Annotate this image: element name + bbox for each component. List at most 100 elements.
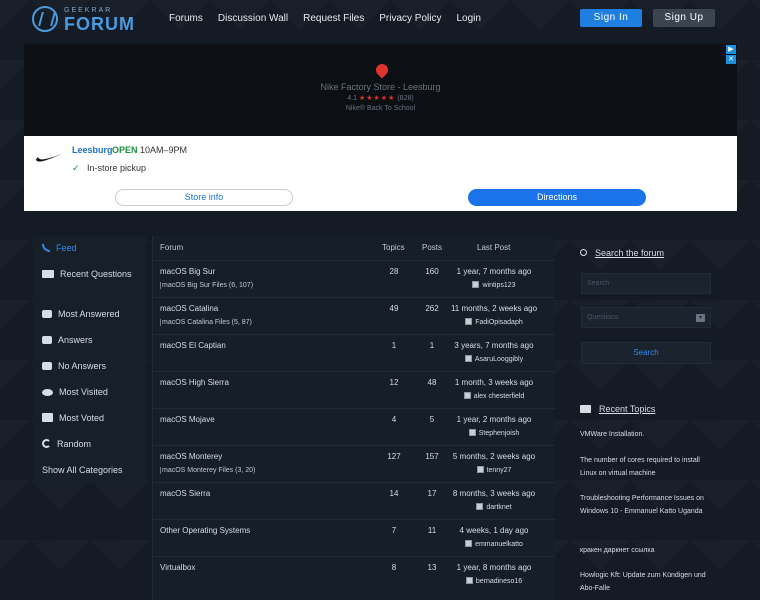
recent-topics-title[interactable]: Recent Topics: [599, 404, 655, 414]
subforum-link[interactable]: macOS Big Sur Files (6, 107): [160, 282, 253, 289]
search-type-select[interactable]: Questions ▾: [581, 307, 711, 328]
post-count: 17: [427, 489, 437, 498]
ad-map-area[interactable]: Nike Factory Store - Leesburg 4.1 ★★★★★ …: [24, 44, 737, 136]
sign-up-button[interactable]: Sign Up: [653, 9, 715, 27]
recent-topic-link[interactable]: The number of cores required to install …: [580, 454, 714, 480]
sidebar-item-most-answered[interactable]: Most Answered: [42, 307, 142, 321]
last-post-user[interactable]: dartknet: [443, 503, 545, 511]
last-post-username[interactable]: dartknet: [486, 504, 511, 511]
nav-discussion-wall[interactable]: Discussion Wall: [218, 13, 288, 24]
directions-button[interactable]: Directions: [468, 189, 646, 206]
recent-topic-link[interactable]: Howlogic Kft: Update zum Kündigen und Ab…: [580, 569, 714, 595]
topic-count: 127: [387, 452, 401, 461]
sidebar-item-show-all-categories[interactable]: Show All Categories: [42, 463, 152, 477]
last-post-time[interactable]: 4 weeks, 1 day ago: [443, 526, 545, 535]
sidebar-item-most-visited[interactable]: Most Visited: [42, 385, 142, 399]
sidebar-item-label: Most Visited: [59, 387, 108, 397]
last-post-time[interactable]: 1 year, 7 months ago: [443, 267, 545, 276]
search-forum-title[interactable]: Search the forum: [595, 248, 664, 258]
forum-link[interactable]: macOS Catalina: [160, 304, 218, 313]
topic-count: 14: [389, 489, 399, 498]
sidebar-item-feed[interactable]: Feed: [42, 241, 142, 255]
table-row: macOS Big Sur macOS Big Sur Files (6, 10…: [153, 260, 555, 297]
ad-close-icon[interactable]: ✕: [726, 55, 736, 64]
last-post-username[interactable]: tenny27: [487, 467, 512, 474]
last-post-username[interactable]: Stephenjoish: [479, 430, 519, 437]
right-sidebar: Search the forum Search Questions ▾ Sear…: [575, 236, 716, 600]
recent-topic-link[interactable]: кракен даркнет ссылка: [580, 544, 714, 557]
avatar: [468, 429, 476, 436]
site-logo[interactable]: GEEKRAR FORUM: [32, 6, 134, 34]
last-post-user[interactable]: Stephenjoish: [443, 429, 545, 437]
last-post-username[interactable]: alex chesterfield: [474, 393, 525, 400]
last-post-user[interactable]: FadiOpisadaph: [443, 318, 545, 326]
logo-emblem-icon: [32, 6, 58, 32]
last-post-user[interactable]: AsaruLooggibly: [443, 355, 545, 363]
ad-city[interactable]: Leesburg: [72, 145, 113, 155]
sign-in-button[interactable]: Sign In: [580, 9, 642, 27]
last-post-user[interactable]: wintips123: [443, 281, 545, 289]
last-post-user[interactable]: alex chesterfield: [443, 392, 545, 400]
last-post-username[interactable]: bernadineso16: [476, 578, 522, 585]
forum-link[interactable]: Virtualbox: [160, 563, 195, 572]
recent-topics-heading[interactable]: Recent Topics: [580, 404, 655, 414]
last-post-username[interactable]: FadiOpisadaph: [475, 319, 522, 326]
last-post-time[interactable]: 1 year, 8 months ago: [443, 563, 545, 572]
last-post-username[interactable]: wintips123: [482, 282, 515, 289]
last-post-time[interactable]: 1 year, 2 months ago: [443, 415, 545, 424]
forum-link[interactable]: macOS Monterey: [160, 452, 222, 461]
nav-forums[interactable]: Forums: [169, 13, 203, 24]
ad-choices[interactable]: ▶ ✕: [725, 44, 737, 64]
forum-link[interactable]: macOS Mojave: [160, 415, 215, 424]
recent-topic-link[interactable]: VMWare Installation.: [580, 428, 714, 441]
recent-topic-link[interactable]: Troubleshooting Performance Issues on Wi…: [580, 492, 714, 518]
search-forum-heading[interactable]: Search the forum: [580, 248, 664, 258]
last-post-time[interactable]: 11 months, 2 weeks ago: [443, 304, 545, 313]
table-row: macOS Catalina macOS Catalina Files (5, …: [153, 297, 555, 334]
topic-count: 1: [391, 341, 397, 350]
last-post-time[interactable]: 8 months, 3 weeks ago: [443, 489, 545, 498]
avatar: [476, 466, 484, 473]
last-post-username[interactable]: AsaruLooggibly: [475, 356, 523, 363]
search-input[interactable]: Search: [581, 273, 711, 294]
forum-link[interactable]: macOS El Captian: [160, 341, 226, 350]
forum-link[interactable]: macOS Sierra: [160, 489, 210, 498]
last-post-user[interactable]: tenny27: [443, 466, 545, 474]
sidebar-item-answers[interactable]: Answers: [42, 333, 142, 347]
avatar: [463, 392, 471, 399]
sidebar-item-no-answers[interactable]: No Answers: [42, 359, 142, 373]
comment-icon: [42, 336, 52, 344]
last-post-time[interactable]: 3 years, 7 months ago: [443, 341, 545, 350]
forum-table: Forum Topics Posts Last Post macOS Big S…: [152, 236, 555, 600]
last-post-user[interactable]: bernadineso16: [443, 577, 545, 585]
last-post-user[interactable]: emmanuelkatto: [443, 540, 545, 548]
forum-link[interactable]: macOS High Sierra: [160, 378, 229, 387]
post-count: 48: [427, 378, 437, 387]
vote-icon: [42, 413, 53, 422]
ad-info-icon[interactable]: ▶: [726, 45, 736, 54]
last-post-time[interactable]: 5 months, 2 weeks ago: [443, 452, 545, 461]
post-count: 5: [429, 415, 435, 424]
sidebar-item-most-voted[interactable]: Most Voted: [42, 411, 142, 425]
nav-login[interactable]: Login: [457, 13, 481, 24]
sidebar-item-label: Most Answered: [58, 309, 120, 319]
subforum-link[interactable]: macOS Catalina Files (5, 87): [160, 319, 252, 326]
search-type-value: Questions: [587, 314, 619, 321]
sidebar-item-label: Most Voted: [59, 413, 105, 423]
header-posts: Posts: [422, 243, 443, 252]
advertisement[interactable]: Nike Factory Store - Leesburg 4.1 ★★★★★ …: [24, 44, 737, 211]
last-post-time[interactable]: 1 month, 3 weeks ago: [443, 378, 545, 387]
last-post-username[interactable]: emmanuelkatto: [475, 541, 523, 548]
subforum-link[interactable]: macOS Monterey Files (3, 20): [160, 467, 255, 474]
sidebar-item-recent-questions[interactable]: Recent Questions: [42, 267, 142, 281]
ad-pickup: In-store pickup: [87, 163, 147, 173]
forum-link[interactable]: Other Operating Systems: [160, 526, 250, 535]
sidebar-item-random[interactable]: Random: [42, 437, 142, 451]
nav-privacy-policy[interactable]: Privacy Policy: [379, 13, 441, 24]
ad-tagline: Nike® Back To School: [345, 105, 416, 112]
search-button[interactable]: Search: [581, 342, 711, 364]
forum-link[interactable]: macOS Big Sur: [160, 267, 215, 276]
sidebar-item-label: No Answers: [58, 361, 107, 371]
store-info-button[interactable]: Store info: [115, 189, 293, 206]
nav-request-files[interactable]: Request Files: [303, 13, 364, 24]
